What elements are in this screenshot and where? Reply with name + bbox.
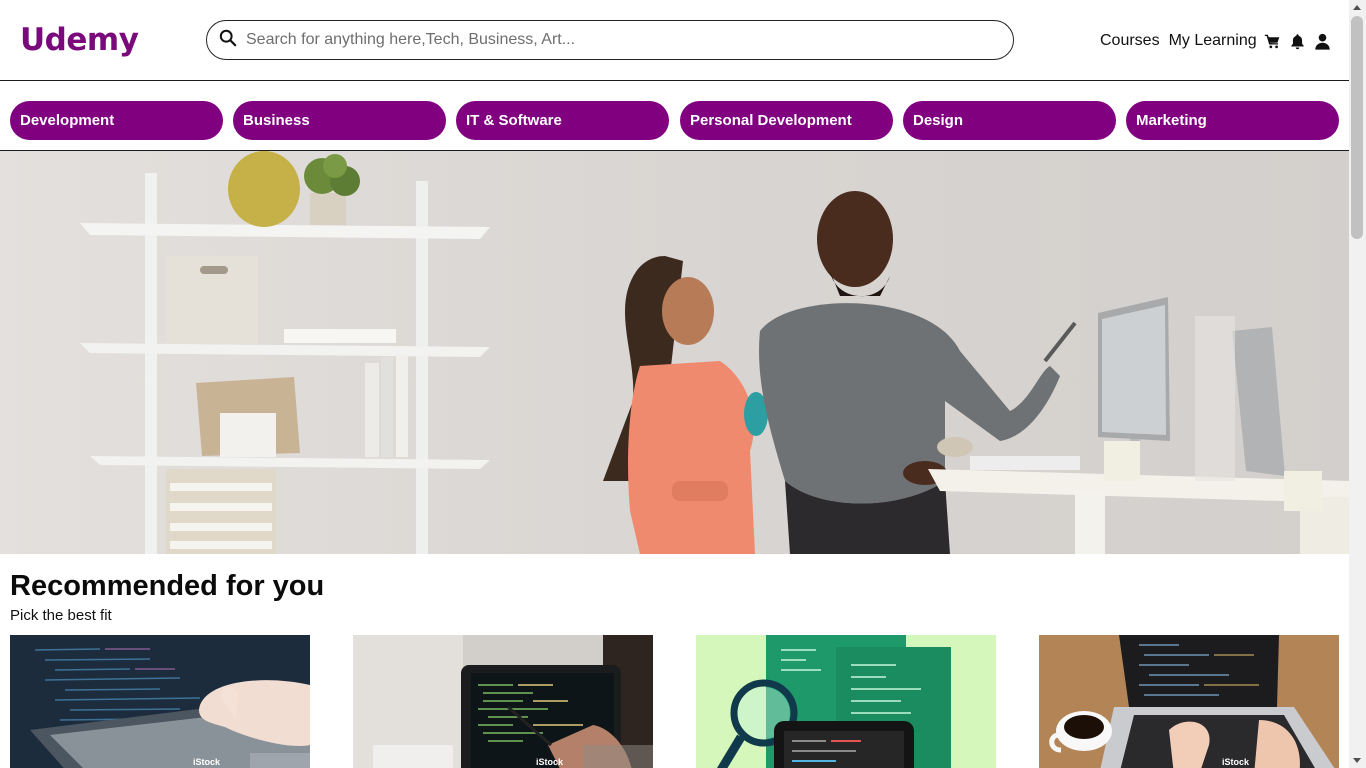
course-card[interactable]: iStock bbox=[1039, 635, 1339, 768]
category-marketing[interactable]: Marketing bbox=[1126, 101, 1339, 140]
category-bar: Development Business IT & Software Perso… bbox=[0, 81, 1349, 151]
page-scrollbar[interactable] bbox=[1349, 0, 1366, 768]
cart-icon[interactable] bbox=[1264, 32, 1282, 50]
course-thumbnail bbox=[353, 635, 653, 768]
category-personal-development[interactable]: Personal Development bbox=[680, 101, 893, 140]
thumbnail-watermark: iStock bbox=[536, 757, 564, 767]
course-card[interactable]: iStock bbox=[10, 635, 310, 768]
course-card[interactable]: iStock bbox=[353, 635, 653, 768]
course-card[interactable] bbox=[696, 635, 996, 768]
hero-banner bbox=[0, 151, 1349, 554]
scroll-down-icon[interactable] bbox=[1353, 758, 1361, 763]
top-navbar: Udemy Courses My Learning bbox=[0, 0, 1349, 81]
course-thumbnail bbox=[1039, 635, 1339, 768]
thumbnail-watermark: iStock bbox=[193, 757, 221, 767]
hero-image bbox=[0, 151, 1349, 554]
category-it-software[interactable]: IT & Software bbox=[456, 101, 669, 140]
search-icon[interactable] bbox=[219, 29, 237, 52]
page: Udemy Courses My Learning Development Bu… bbox=[0, 0, 1349, 768]
bell-icon[interactable] bbox=[1289, 32, 1307, 50]
nav-link-my-learning[interactable]: My Learning bbox=[1169, 32, 1257, 50]
recommended-subtitle: Pick the best fit bbox=[10, 607, 112, 624]
course-thumbnail bbox=[696, 635, 996, 768]
thumbnail-watermark: iStock bbox=[1222, 757, 1250, 767]
recommended-title: Recommended for you bbox=[10, 570, 325, 602]
course-thumbnail bbox=[10, 635, 310, 768]
nav-right: Courses My Learning bbox=[1100, 30, 1332, 52]
search-input[interactable] bbox=[246, 31, 986, 49]
search-bar[interactable] bbox=[206, 20, 1014, 60]
scrollbar-thumb[interactable] bbox=[1351, 16, 1363, 239]
nav-link-courses[interactable]: Courses bbox=[1100, 32, 1160, 50]
user-icon[interactable] bbox=[1314, 32, 1332, 50]
scroll-up-icon[interactable] bbox=[1353, 5, 1361, 10]
category-design[interactable]: Design bbox=[903, 101, 1116, 140]
udemy-logo[interactable]: Udemy bbox=[20, 22, 139, 58]
category-business[interactable]: Business bbox=[233, 101, 446, 140]
category-development[interactable]: Development bbox=[10, 101, 223, 140]
